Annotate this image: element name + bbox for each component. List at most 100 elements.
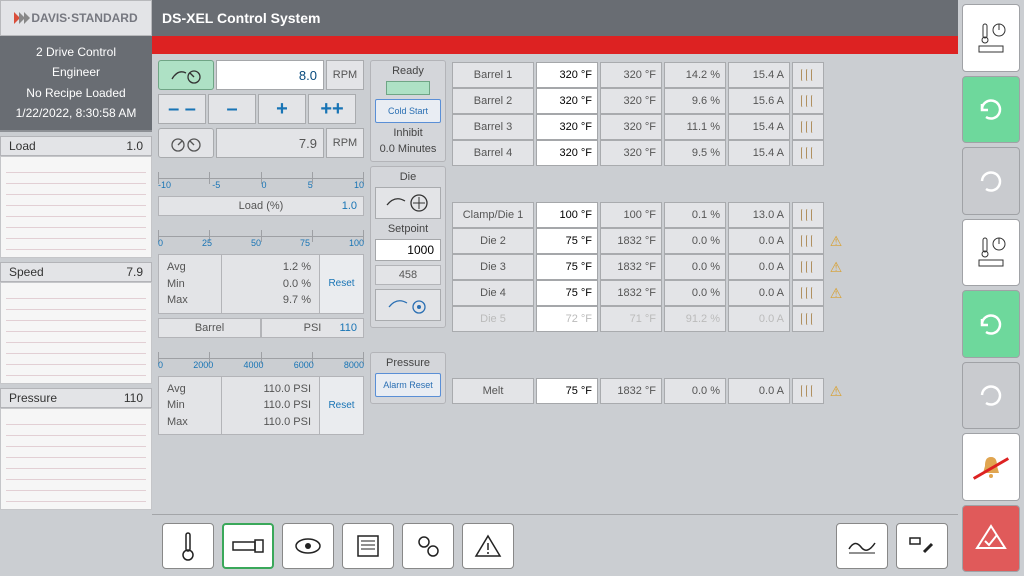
load-reset-button[interactable]: Reset: [319, 255, 363, 313]
zone-actual: 320 °F: [600, 88, 662, 114]
zone-actual: 100 °F: [600, 202, 662, 228]
logo: DAVIS·STANDARD: [0, 0, 152, 36]
zone-setpoint[interactable]: 320 °F: [536, 140, 598, 166]
zone-setpoint[interactable]: 75 °F: [536, 280, 598, 306]
die-adjust-icon[interactable]: [375, 187, 441, 219]
logo-text: DAVIS·STANDARD: [31, 11, 137, 25]
nav-log-button[interactable]: [342, 523, 394, 569]
zone-row-bot-2: Die 3 75 °F 1832 °F 0.0 % 0.0 A ⚠: [452, 254, 952, 280]
nav-tools-button[interactable]: [896, 523, 948, 569]
heat-icon: [792, 88, 824, 114]
zone-row-top-1: Barrel 2 320 °F 320 °F 9.6 % 15.6 A: [452, 88, 952, 114]
zone-amps: 0.0 A: [728, 280, 790, 306]
inc-button[interactable]: +: [258, 94, 306, 124]
zone-setpoint[interactable]: 72 °F: [536, 306, 598, 332]
nav-settings-button[interactable]: [402, 523, 454, 569]
zone-name[interactable]: Barrel 2: [452, 88, 534, 114]
alarm-bar: [152, 36, 958, 54]
status-panel: 2 Drive Control Engineer No Recipe Loade…: [0, 36, 152, 132]
zone-name[interactable]: Die 3: [452, 254, 534, 280]
zone-name[interactable]: Die 2: [452, 228, 534, 254]
nav-alarm-button[interactable]: [462, 523, 514, 569]
dec-button[interactable]: –: [208, 94, 256, 124]
inc-fast-button[interactable]: ++: [308, 94, 356, 124]
zone-percent: 9.6 %: [664, 88, 726, 114]
cold-start-button[interactable]: Cold Start: [375, 99, 441, 123]
zone-name[interactable]: Die 5: [452, 306, 534, 332]
zone-row-bot-0: Clamp/Die 1 100 °F 100 °F 0.1 % 13.0 A: [452, 202, 952, 228]
zone-percent: 91.2 %: [664, 306, 726, 332]
zone-percent: 0.0 %: [664, 228, 726, 254]
speed-setpoint[interactable]: 8.0: [216, 60, 324, 90]
cycle-start-button[interactable]: [962, 76, 1020, 144]
heater-power-button[interactable]: [962, 4, 1020, 72]
zone-amps: 0.0 A: [728, 254, 790, 280]
zone-actual: 71 °F: [600, 306, 662, 332]
trend-load[interactable]: Load1.0: [0, 136, 152, 258]
zone-percent: 0.1 %: [664, 202, 726, 228]
zone-name[interactable]: Die 4: [452, 280, 534, 306]
zone-amps: 0.0 A: [728, 306, 790, 332]
warning-icon: ⚠: [826, 233, 846, 250]
zone-amps: 0.0 A: [728, 228, 790, 254]
zone-name[interactable]: Melt: [452, 378, 534, 404]
heat-icon: [792, 280, 824, 306]
load-header: Load (%)1.0: [158, 196, 364, 216]
zone-row-bot-1: Die 2 75 °F 1832 °F 0.0 % 0.0 A ⚠: [452, 228, 952, 254]
zone-setpoint[interactable]: 75 °F: [536, 228, 598, 254]
speed-actual-unit: RPM: [326, 128, 364, 158]
speed-gauge-icon[interactable]: [158, 60, 214, 90]
alarm-ack-button[interactable]: [962, 505, 1020, 573]
heat-icon: [792, 62, 824, 88]
zone-amps: 15.4 A: [728, 114, 790, 140]
heat-icon: [792, 140, 824, 166]
zone-setpoint[interactable]: 75 °F: [536, 378, 598, 404]
bottom-toolbar: [152, 514, 958, 576]
heater2-power-button[interactable]: [962, 219, 1020, 287]
alarm-silence-button[interactable]: [962, 433, 1020, 501]
zone-setpoint[interactable]: 320 °F: [536, 62, 598, 88]
die-section: Die Setpoint 1000 458: [370, 166, 446, 328]
zone-percent: 0.0 %: [664, 378, 726, 404]
trend-speed[interactable]: Speed7.9: [0, 262, 152, 384]
status-datetime: 1/22/2022, 8:30:58 AM: [2, 103, 150, 123]
nav-trend-button[interactable]: [836, 523, 888, 569]
die-tune-icon[interactable]: [375, 289, 441, 321]
trend-pressure[interactable]: Pressure110: [0, 388, 152, 510]
warning-icon: ⚠: [826, 383, 846, 400]
nav-temp-button[interactable]: [162, 523, 214, 569]
zone-setpoint[interactable]: 75 °F: [536, 254, 598, 280]
zone-row-top-3: Barrel 4 320 °F 320 °F 9.5 % 15.4 A: [452, 140, 952, 166]
nav-extruder-button[interactable]: [222, 523, 274, 569]
status-user: Engineer: [2, 62, 150, 82]
cycle-disabled-button[interactable]: [962, 147, 1020, 215]
load-stats: AvgMinMax 1.2 %0.0 %9.7 % Reset: [158, 254, 364, 314]
die-setpoint-input[interactable]: 1000: [375, 239, 441, 261]
zone-setpoint[interactable]: 320 °F: [536, 114, 598, 140]
heat-icon: [792, 254, 824, 280]
dec-fast-button[interactable]: – –: [158, 94, 206, 124]
barrel-header: Barrel PSI110: [158, 318, 364, 338]
barrel-stats: AvgMinMax 110.0 PSI110.0 PSI110.0 PSI Re…: [158, 376, 364, 436]
cycle2-start-button[interactable]: [962, 290, 1020, 358]
heat-icon: [792, 306, 824, 332]
zone-name[interactable]: Barrel 4: [452, 140, 534, 166]
zone-name[interactable]: Clamp/Die 1: [452, 202, 534, 228]
load-scale: 0255075100: [158, 222, 364, 250]
zone-name[interactable]: Barrel 3: [452, 114, 534, 140]
zone-setpoint[interactable]: 320 °F: [536, 88, 598, 114]
zone-actual: 1832 °F: [600, 254, 662, 280]
barrel-reset-button[interactable]: Reset: [319, 377, 363, 435]
zone-percent: 11.1 %: [664, 114, 726, 140]
title-text: DS-XEL Control System: [162, 10, 320, 26]
ready-section: Ready Cold Start Inhibit 0.0 Minutes: [370, 60, 446, 162]
alarm-reset-button[interactable]: Alarm Reset: [375, 373, 441, 397]
zone-amps: 15.4 A: [728, 140, 790, 166]
speed-gauge2-icon[interactable]: [158, 128, 214, 158]
nav-view-button[interactable]: [282, 523, 334, 569]
cycle2-disabled-button[interactable]: [962, 362, 1020, 430]
zone-row-bot-3: Die 4 75 °F 1832 °F 0.0 % 0.0 A ⚠: [452, 280, 952, 306]
zone-name[interactable]: Barrel 1: [452, 62, 534, 88]
zone-amps: 0.0 A: [728, 378, 790, 404]
zone-setpoint[interactable]: 100 °F: [536, 202, 598, 228]
